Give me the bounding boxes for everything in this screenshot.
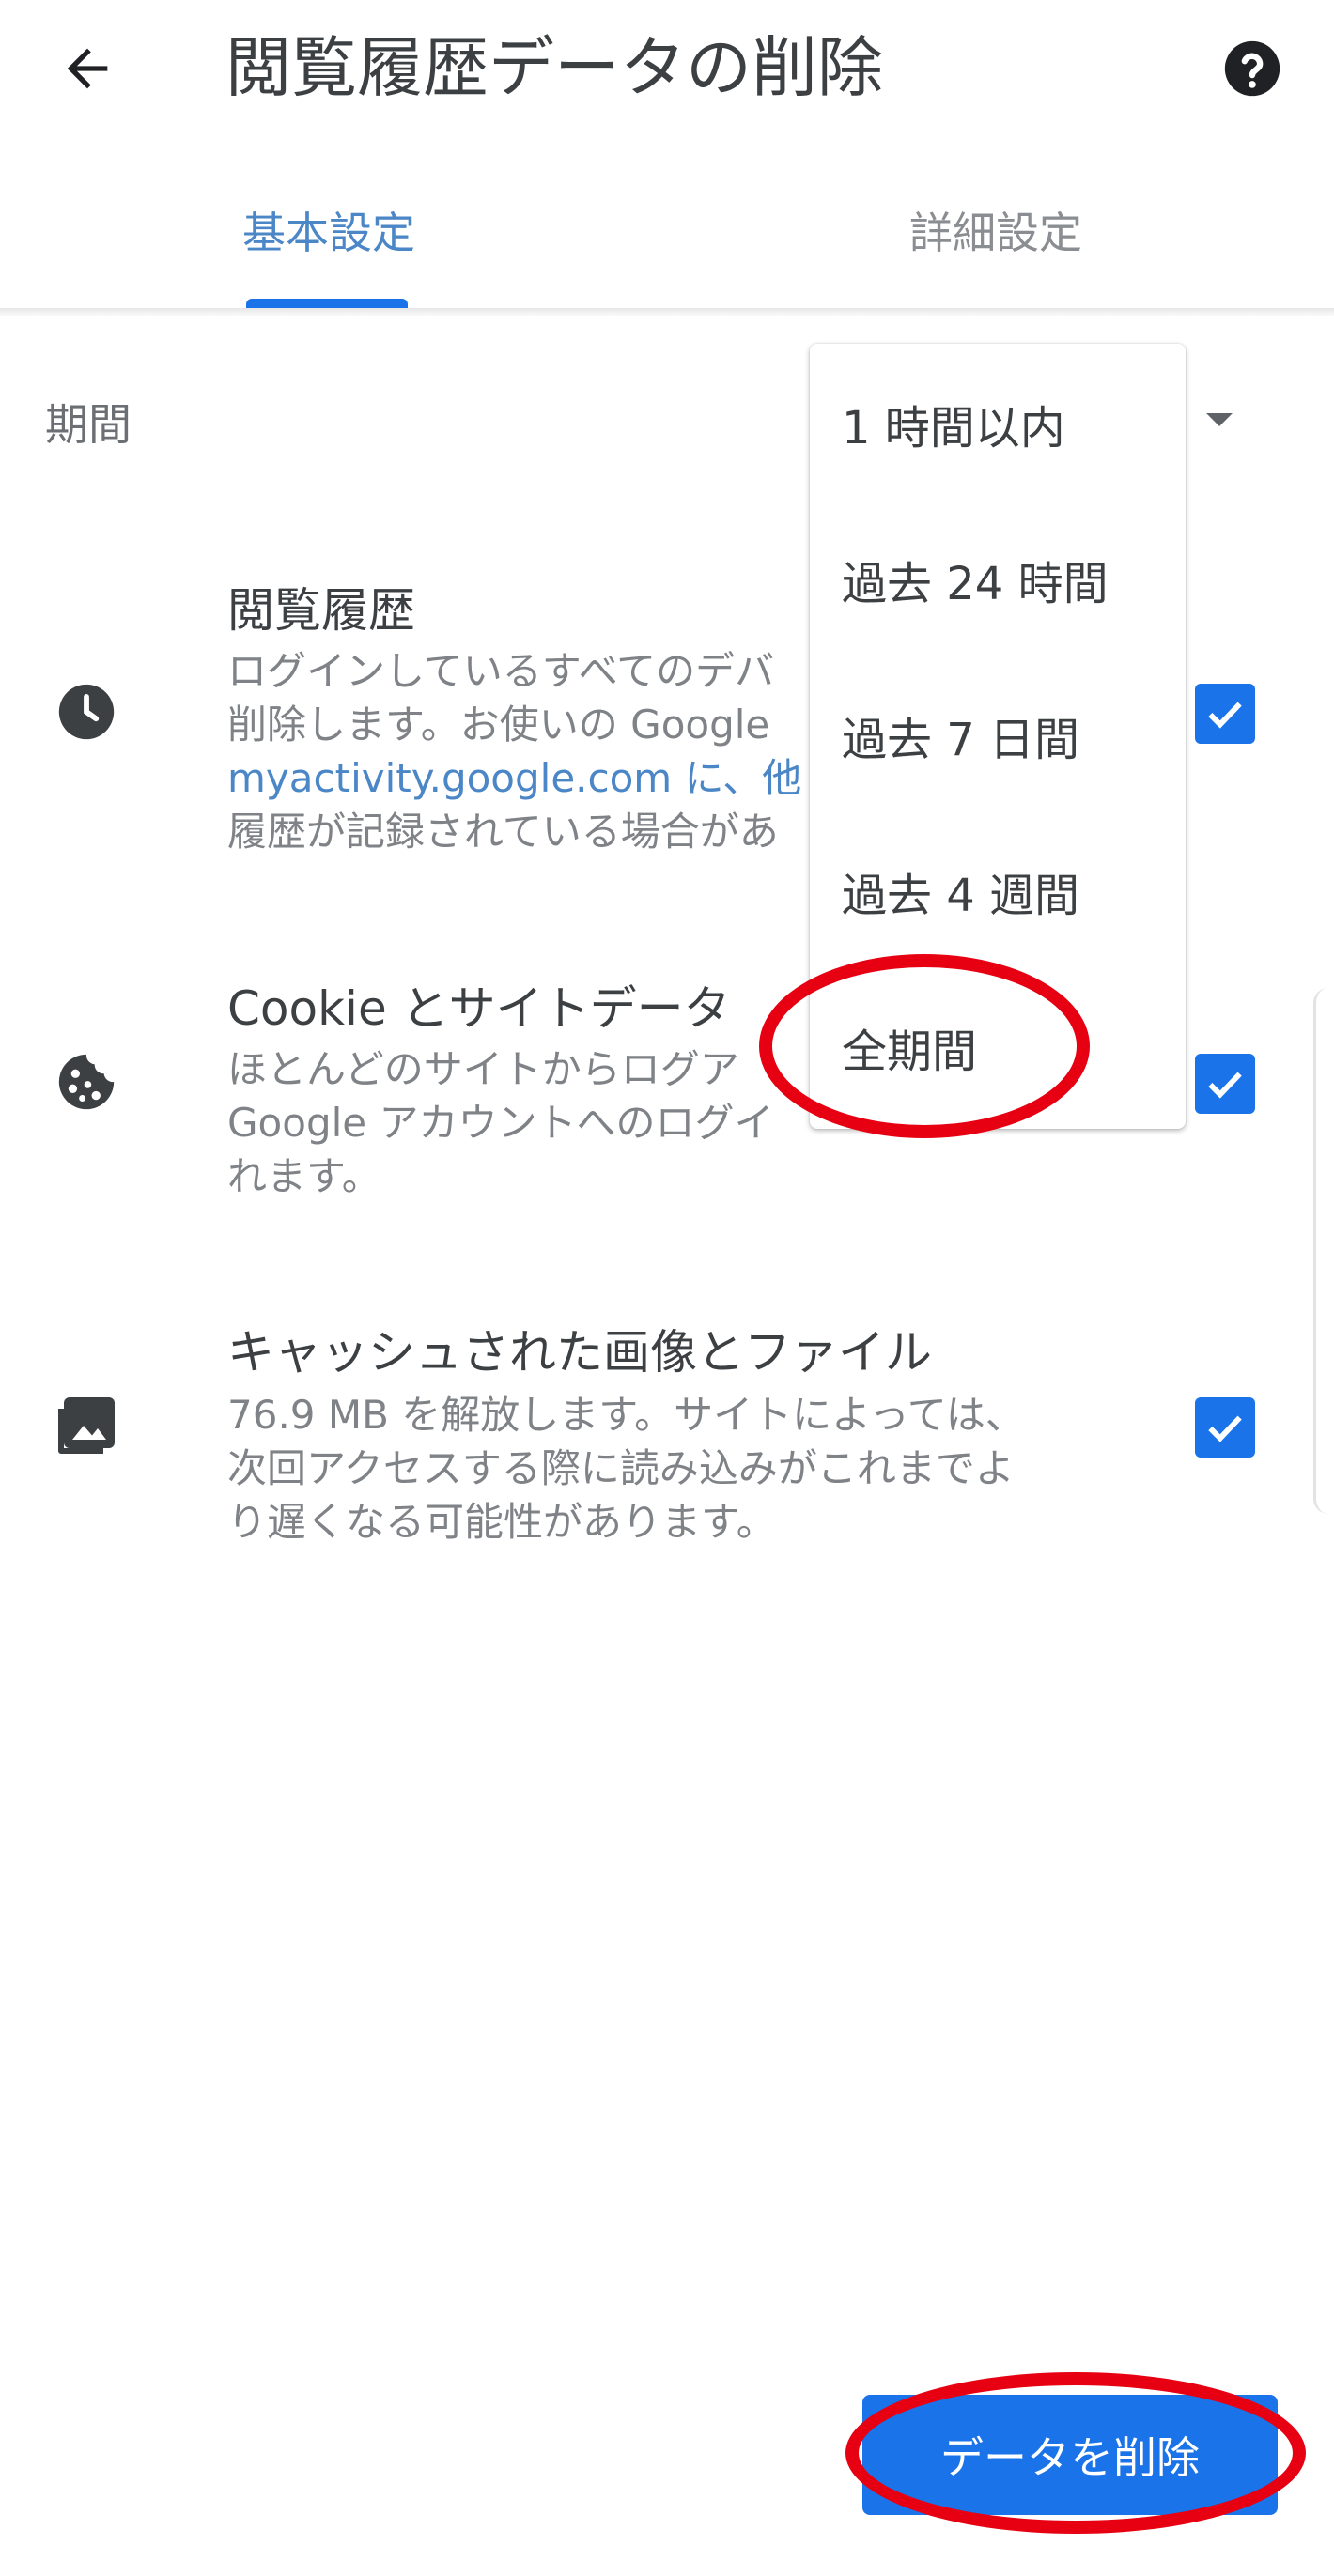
help-circle-icon — [1224, 40, 1280, 97]
menu-option-24-hours[interactable]: 過去 24 時間 — [810, 501, 1186, 657]
menu-option-7-days[interactable]: 過去 7 日間 — [810, 657, 1186, 813]
annotation-circle-delete — [845, 2372, 1306, 2534]
item-desc-cache: 76.9 MB を解放します。サイトによっては、 次回アクセスする際に読み込みが… — [227, 1392, 1025, 1545]
item-title-history: 閲覧履歴 — [227, 583, 415, 638]
check-icon — [1208, 702, 1242, 729]
check-icon — [1208, 1072, 1242, 1099]
tab-bar: 基本設定 詳細設定 — [0, 150, 1334, 310]
check-icon — [1208, 1415, 1242, 1442]
item-title-cache: キャッシュされた画像とファイル — [227, 1325, 932, 1380]
cookie-icon — [49, 1044, 124, 1119]
checkbox-history[interactable] — [1195, 684, 1255, 744]
back-button[interactable] — [45, 26, 130, 111]
images-icon — [49, 1388, 124, 1463]
annotation-circle-all-time — [759, 954, 1090, 1138]
clock-icon — [49, 674, 124, 749]
tab-basic[interactable]: 基本設定 — [141, 150, 517, 310]
help-button[interactable] — [1210, 26, 1295, 111]
checkbox-cache[interactable] — [1195, 1397, 1255, 1458]
tab-advanced[interactable]: 詳細設定 — [808, 150, 1184, 310]
scroll-edge — [1313, 988, 1334, 1514]
page-title: 閲覧履歴データの削除 — [225, 29, 883, 106]
app-bar: 閲覧履歴データの削除 — [0, 0, 1334, 131]
dropdown-arrow-icon[interactable] — [1206, 413, 1233, 426]
checkbox-cookies[interactable] — [1195, 1054, 1255, 1114]
myactivity-link[interactable]: myactivity.google.com に、他 — [227, 755, 801, 801]
menu-option-1-hour[interactable]: 1 時間以内 — [810, 346, 1186, 501]
menu-option-4-weeks[interactable]: 過去 4 週間 — [810, 813, 1186, 969]
item-title-cookies: Cookie とサイトデータ — [227, 981, 731, 1036]
time-range-label: 期間 — [45, 399, 132, 450]
arrow-left-icon — [67, 48, 108, 89]
tabs-divider — [0, 308, 1334, 317]
